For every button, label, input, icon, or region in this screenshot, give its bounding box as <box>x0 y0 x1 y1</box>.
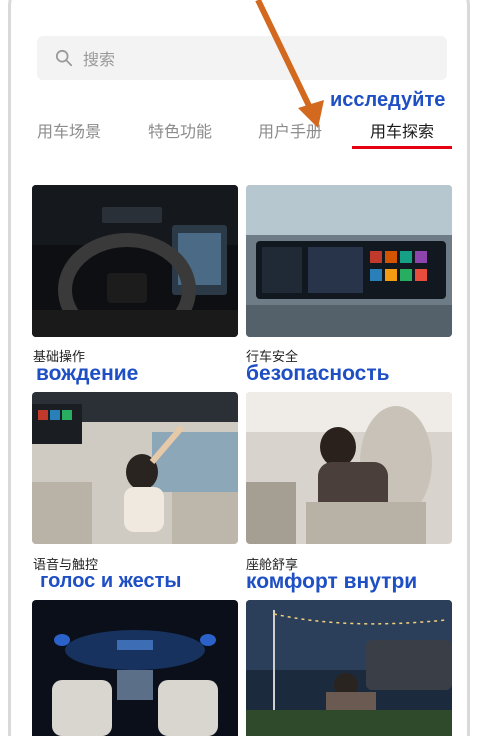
card-image-basic-operations[interactable] <box>32 185 238 337</box>
search-bar[interactable]: 搜索 <box>37 36 447 80</box>
tab-scenarios[interactable]: 用车场景 <box>37 118 101 142</box>
card-image-camping[interactable] <box>246 600 452 736</box>
tab-bar: 用车场景 特色功能 用户手册 用车探索 <box>0 118 480 158</box>
search-icon <box>55 49 73 67</box>
tab-features[interactable]: 特色功能 <box>148 118 212 142</box>
tab-explore[interactable]: 用车探索 <box>370 118 434 142</box>
search-input[interactable]: 搜索 <box>83 46 115 70</box>
card-image-voice-touch[interactable] <box>32 392 238 544</box>
card-image-panoramic-roof[interactable] <box>32 600 238 736</box>
annotation-card-4: комфорт внутри <box>246 570 418 593</box>
tab-manual[interactable]: 用户手册 <box>258 118 322 142</box>
annotation-card-3: голос и жесты <box>40 570 182 592</box>
annotation-card-2: безопасность <box>246 362 390 385</box>
annotation-tab: исследуйте <box>330 89 446 111</box>
active-tab-indicator <box>352 146 452 149</box>
card-image-driving-safety[interactable] <box>246 185 452 337</box>
annotation-card-1: вождение <box>36 362 139 385</box>
card-image-cabin-comfort[interactable] <box>246 392 452 544</box>
